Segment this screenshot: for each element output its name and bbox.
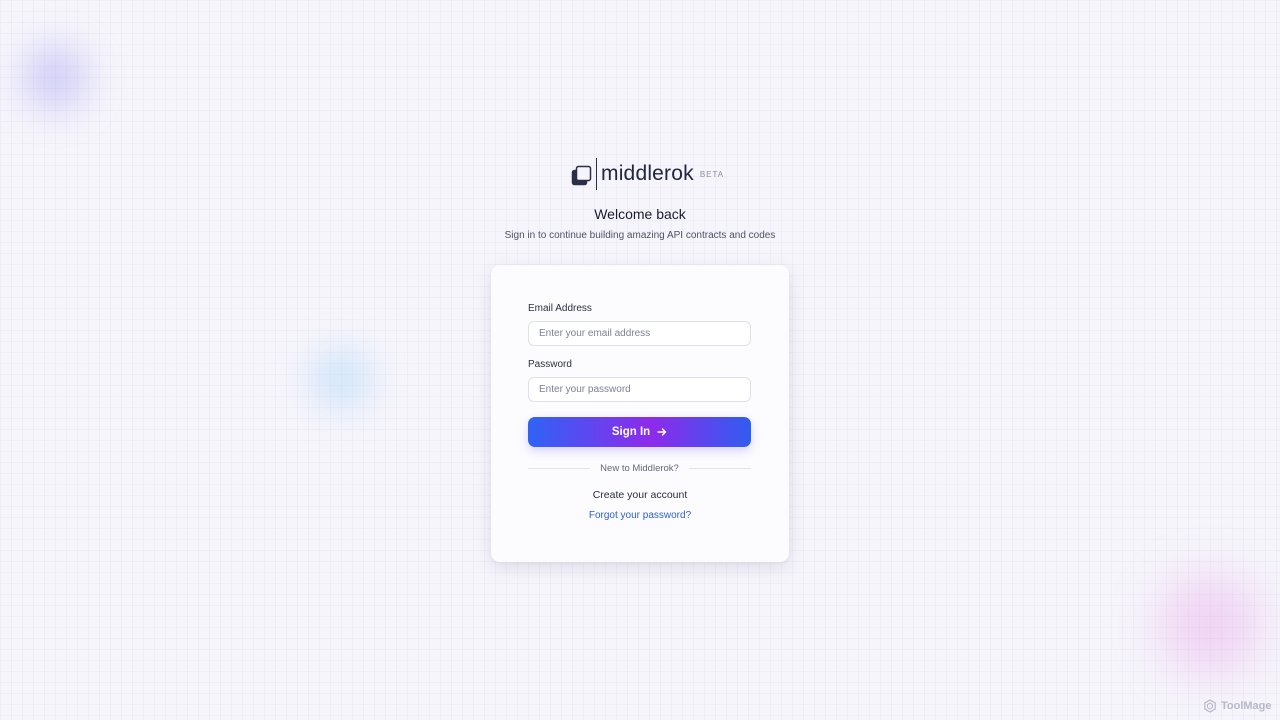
email-field[interactable]	[528, 321, 751, 346]
background-blob-pink	[1160, 575, 1260, 675]
brand-logo: middlerok BETA	[571, 157, 724, 190]
page-subtitle: Sign in to continue building amazing API…	[504, 230, 776, 241]
stacked-squares-icon	[571, 165, 592, 185]
background-blob-purple	[22, 45, 88, 111]
login-card: Email Address Password Sign In New to Mi…	[491, 265, 789, 562]
sign-in-label: Sign In	[611, 426, 651, 438]
forgot-password-link[interactable]: Forgot your password?	[491, 510, 789, 521]
arrow-right-icon	[657, 428, 667, 436]
divider-line-right	[688, 468, 752, 469]
create-account-link[interactable]: Create your account	[491, 489, 789, 501]
hexagon-icon	[1204, 699, 1216, 713]
background-blob-blue	[312, 350, 370, 408]
signup-divider: New to Middlerok?	[528, 463, 752, 474]
password-label: Password	[528, 359, 572, 370]
page-title: Welcome back	[594, 206, 686, 222]
password-field[interactable]	[528, 377, 751, 402]
email-label: Email Address	[528, 303, 592, 314]
brand-name: middlerok	[601, 161, 694, 185]
divider-text: New to Middlerok?	[600, 463, 679, 474]
divider-line-left	[528, 468, 591, 469]
watermark-text: ToolMage	[1221, 700, 1272, 712]
watermark: ToolMage	[1203, 699, 1272, 713]
beta-badge: BETA	[699, 170, 725, 179]
sign-in-button[interactable]: Sign In	[528, 417, 751, 447]
logo-divider	[596, 157, 597, 190]
